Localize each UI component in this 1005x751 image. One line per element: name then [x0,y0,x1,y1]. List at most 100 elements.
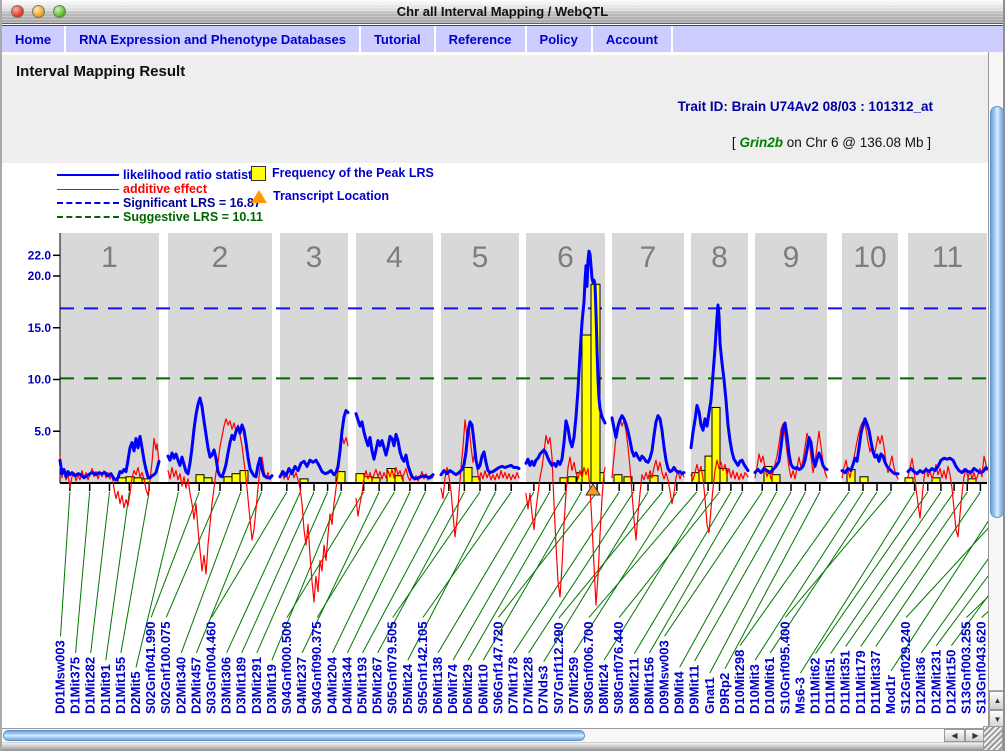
marker-label-S10Gnf095.400[interactable]: S10Gnf095.400 [777,621,792,714]
minimize-button[interactable] [32,5,45,18]
chromosome-number-5: 5 [472,241,489,274]
marker-label-S05Gnf079.505[interactable]: S05Gnf079.505 [385,621,400,714]
marker-label-D2Mit340[interactable]: D2Mit340 [173,657,188,714]
marker-label-D10Mit3[interactable]: D10Mit3 [747,664,762,714]
marker-connector-line [317,492,394,617]
nav-reference[interactable]: Reference [436,26,527,52]
resize-grip[interactable] [983,726,1003,751]
marker-label-D9Rp2[interactable]: D9Rp2 [717,673,732,714]
marker-label-Mod1r[interactable]: Mod1r [883,675,898,714]
marker-label-S08Gnf076.440[interactable]: S08Gnf076.440 [611,621,626,714]
marker-label-Ms6-3[interactable]: Ms6-3 [792,677,807,714]
marker-connector-line [967,492,989,617]
marker-label-S12Gnf029.240[interactable]: S12Gnf029.240 [898,621,913,714]
chromosome-number-8: 8 [711,241,728,274]
marker-label-Gnat1[interactable]: Gnat1 [702,677,717,714]
marker-label-D11Mit337[interactable]: D11Mit337 [868,650,883,714]
marker-label-D1Mit375[interactable]: D1Mit375 [68,657,83,714]
marker-label-S07Gnf112.290[interactable]: S07Gnf112.290 [551,622,566,714]
marker-label-D12Mit231[interactable]: D12Mit231 [928,650,943,714]
marker-label-S05Gnf142.105[interactable]: S05Gnf142.105 [415,621,430,714]
marker-label-D6Mit74[interactable]: D6Mit74 [445,663,460,714]
vertical-scrollbar-thumb[interactable] [990,106,1004,518]
marker-label-D11Mit62[interactable]: D11Mit62 [808,658,823,714]
gene-symbol[interactable]: Grin2b [739,135,783,150]
marker-label-D09Msw003[interactable]: D09Msw003 [657,640,672,714]
horizontal-scrollbar-thumb[interactable] [3,730,585,741]
nav-tutorial[interactable]: Tutorial [361,26,436,52]
nav-policy[interactable]: Policy [527,26,593,52]
marker-label-D8Mit156[interactable]: D8Mit156 [641,657,656,714]
title-bar[interactable]: Chr all Interval Mapping / WebQTL [2,0,1003,24]
marker-label-D1Mit282[interactable]: D1Mit282 [83,657,98,714]
marker-label-D3Mit189[interactable]: D3Mit189 [234,657,249,714]
horizontal-scroll-arrows: ◀ ▶ [944,729,986,742]
horizontal-scrollbar[interactable]: ◀ ▶ [2,728,988,742]
marker-label-D9Mit4[interactable]: D9Mit4 [672,671,687,714]
vertical-scroll-arrows: ▲ ▼ [989,690,1005,728]
marker-label-D3Mit291[interactable]: D3Mit291 [249,657,264,714]
peak-frequency-bar [705,456,712,483]
marker-connector-line [725,492,820,669]
marker-label-D5Mit267[interactable]: D5Mit267 [370,657,385,714]
scroll-up-button[interactable]: ▲ [989,691,1005,710]
peak-frequency-bar [614,475,622,483]
scroll-left-button[interactable]: ◀ [944,729,965,742]
marker-label-D6Mit10[interactable]: D6Mit10 [475,664,490,714]
marker-label-D7Mit259[interactable]: D7Mit259 [566,657,581,714]
page-header: Interval Mapping Result Trait ID: Brain … [2,52,988,163]
marker-label-D11Mit179[interactable]: D11Mit179 [853,650,868,714]
marker-label-S02Gnf041.990[interactable]: S02Gnf041.990 [143,621,158,714]
marker-label-S13Gnf043.620[interactable]: S13Gnf043.620 [974,621,988,714]
marker-label-S02Gnf100.075[interactable]: S02Gnf100.075 [158,621,173,714]
close-button[interactable] [11,5,24,18]
nav-home[interactable]: Home [2,26,66,52]
marker-label-D5Mit24[interactable]: D5Mit24 [400,663,415,714]
marker-label-D1Mit91[interactable]: D1Mit91 [98,664,113,714]
marker-label-S08Gnf006.700[interactable]: S08Gnf006.700 [581,621,596,714]
nav-account[interactable]: Account [593,26,673,52]
marker-label-S04Gnf090.375[interactable]: S04Gnf090.375 [309,621,324,714]
marker-label-D3Mit19[interactable]: D3Mit19 [264,664,279,714]
marker-label-D8Mit24[interactable]: D8Mit24 [596,663,611,714]
marker-label-D11Mit351[interactable]: D11Mit351 [838,650,853,714]
nav-rna-databases[interactable]: RNA Expression and Phenotype Databases [66,26,361,52]
marker-label-D10Mit61[interactable]: D10Mit61 [762,657,777,714]
marker-label-D4Mit344[interactable]: D4Mit344 [339,656,354,714]
qtl-plot-svg: 123456789101122.020.015.010.05.0D01Msw00… [2,163,988,728]
marker-label-D10Mit298[interactable]: D10Mit298 [732,650,747,714]
marker-label-D12Mit36[interactable]: D12Mit36 [913,657,928,714]
marker-label-S04Gnf000.500[interactable]: S04Gnf000.500 [279,621,294,714]
marker-label-D7Nds3[interactable]: D7Nds3 [536,666,551,714]
marker-label-D01Msw003[interactable]: D01Msw003 [53,640,68,714]
marker-connector-line [680,492,777,667]
marker-label-D2Mit5[interactable]: D2Mit5 [128,671,143,714]
marker-label-D4Mit237[interactable]: D4Mit237 [294,657,309,714]
marker-connector-line [559,492,663,618]
transcript-triangle-icon [251,190,267,203]
marker-label-D12Mit150[interactable]: D12Mit150 [943,650,958,714]
marker-label-S06Gnf147.720[interactable]: S06Gnf147.720 [490,621,505,714]
marker-label-D11Mit51[interactable]: D11Mit51 [823,658,838,714]
marker-label-D9Mit11[interactable]: D9Mit11 [687,665,702,714]
marker-label-D5Mit193[interactable]: D5Mit193 [355,657,370,714]
marker-label-S13Gnf003.255[interactable]: S13Gnf003.255 [959,621,974,714]
marker-label-D3Mit306[interactable]: D3Mit306 [219,657,234,714]
vertical-scrollbar[interactable]: ▲ ▼ [988,52,1005,728]
marker-label-D4Mit204[interactable]: D4Mit204 [324,656,339,714]
zoom-button[interactable] [53,5,66,18]
legend-significant-label: Significant LRS = 16.87 [123,196,261,210]
marker-label-S03Gnf004.460[interactable]: S03Gnf004.460 [204,621,219,714]
trait-id-text: Trait ID: Brain U74Av2 08/03 : 101312_at [678,99,933,114]
gene-locus-text: [ Grin2b on Chr 6 @ 136.08 Mb ] [732,135,931,150]
suggestive-line-sample [57,216,119,218]
marker-label-D7Mit178[interactable]: D7Mit178 [506,657,521,714]
marker-label-D7Mit228[interactable]: D7Mit228 [521,657,536,714]
marker-label-D2Mit457[interactable]: D2Mit457 [188,657,203,714]
marker-label-D6Mit138[interactable]: D6Mit138 [430,657,445,714]
peak-frequency-bar [232,474,240,483]
marker-label-D6Mit29[interactable]: D6Mit29 [460,664,475,714]
marker-connector-line [861,492,967,646]
marker-label-D8Mit211[interactable]: D8Mit211 [626,658,641,714]
marker-label-D1Mit155[interactable]: D1Mit155 [113,657,128,714]
